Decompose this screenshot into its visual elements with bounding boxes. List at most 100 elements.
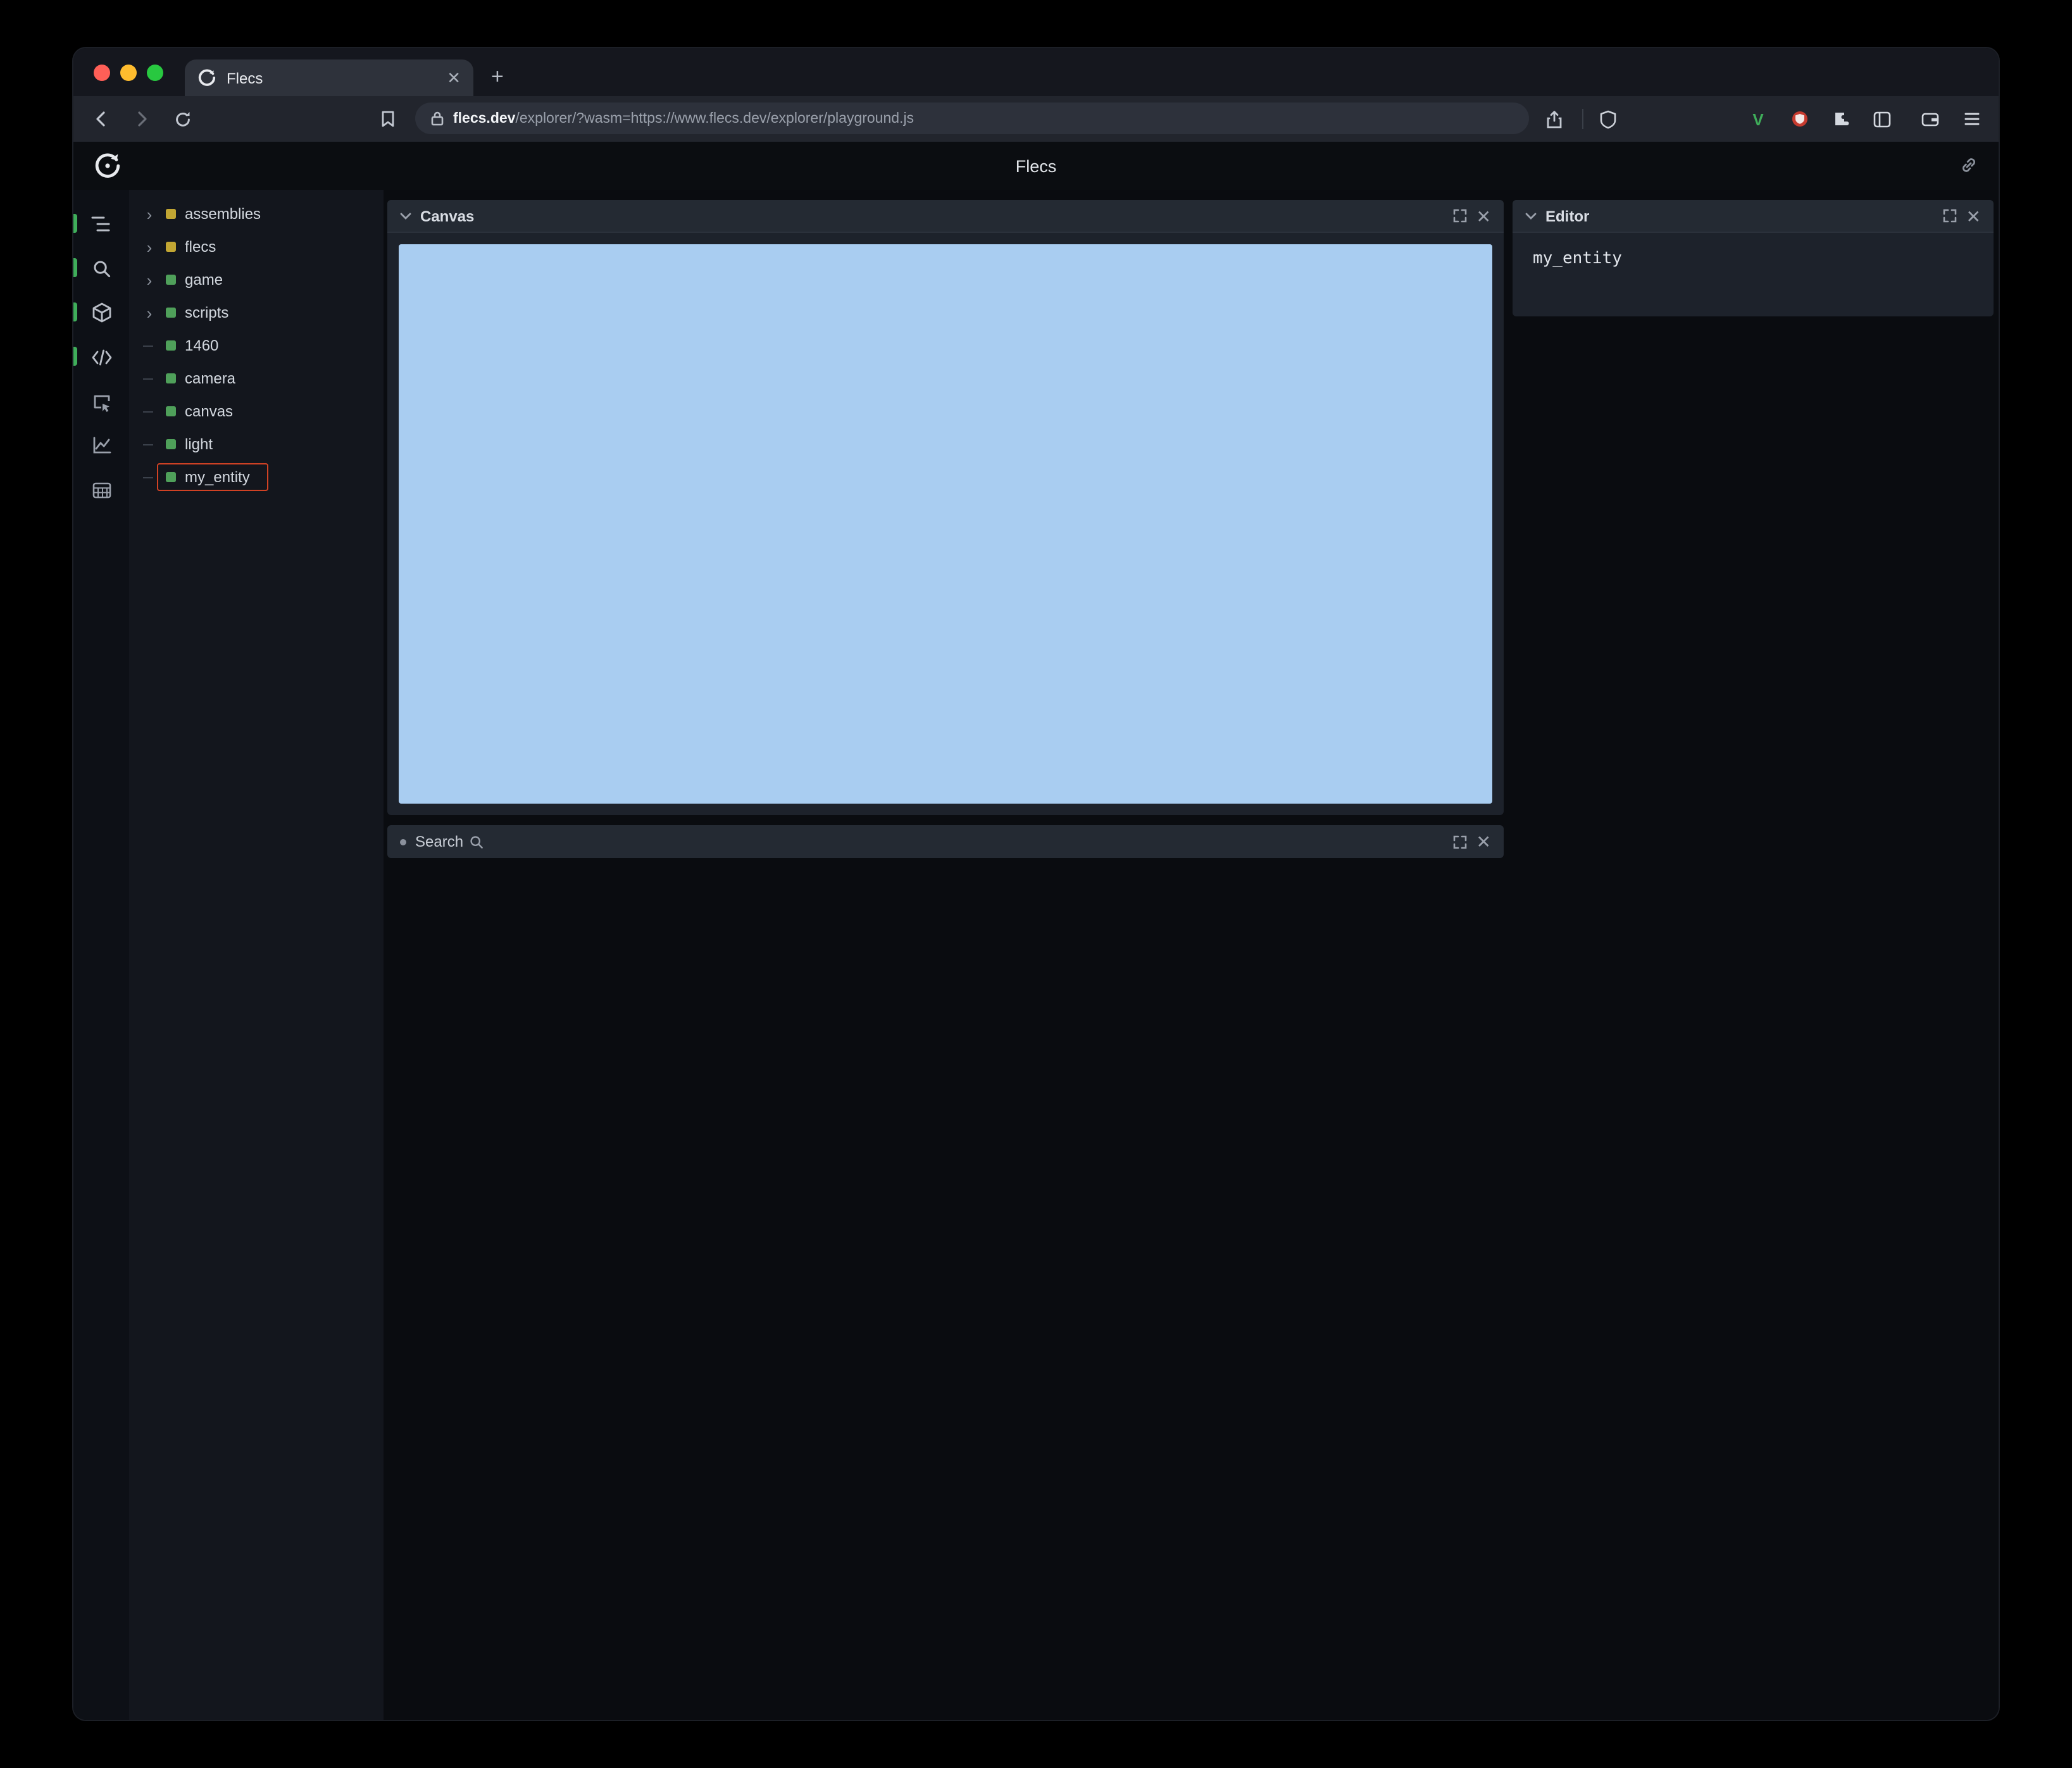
extensions-puzzle-icon[interactable] xyxy=(1826,96,1857,142)
tree-item-label: scripts xyxy=(185,304,229,321)
tree-item-my_entity[interactable]: my_entity xyxy=(129,461,384,494)
rail-code-button[interactable] xyxy=(73,339,129,375)
url-domain: flecs.dev xyxy=(453,111,516,126)
browser-window: Flecs ✕ + flecs.dev/explorer/?wasm=https… xyxy=(73,48,1999,1720)
tree-item-scripts[interactable]: › scripts xyxy=(129,296,384,329)
back-button[interactable] xyxy=(86,96,116,142)
close-icon[interactable]: ✕ xyxy=(1966,207,1981,225)
active-indicator xyxy=(73,258,77,277)
tree-item-camera[interactable]: camera xyxy=(129,362,384,395)
close-window-button[interactable] xyxy=(94,65,110,81)
canvas-panel-title: Canvas xyxy=(420,207,475,225)
new-tab-button[interactable]: + xyxy=(491,65,504,90)
toolbar-separator xyxy=(1582,109,1583,129)
tree-item-label: game xyxy=(185,271,223,289)
entity-color-swatch xyxy=(166,406,176,416)
tree-label-group: scripts xyxy=(157,299,237,327)
tree-item-light[interactable]: light xyxy=(129,428,384,461)
search-icon xyxy=(470,835,484,849)
tree-item-canvas[interactable]: canvas xyxy=(129,395,384,428)
lock-icon xyxy=(430,110,444,127)
sidebar-toggle-icon[interactable] xyxy=(1867,96,1897,142)
expand-chevron-icon[interactable]: › xyxy=(142,304,157,321)
bookmark-icon[interactable] xyxy=(372,96,403,142)
canvas-panel: Canvas ✕ xyxy=(387,200,1504,815)
canvas-panel-header[interactable]: Canvas ✕ xyxy=(387,200,1504,233)
main-panel-area: Canvas ✕ Search ✕ Editor ✕ my_entity xyxy=(384,190,1999,1720)
rail-components-button[interactable] xyxy=(73,295,129,330)
entity-color-swatch xyxy=(166,439,176,449)
tab-title: Flecs xyxy=(227,69,263,87)
tree-item-label: canvas xyxy=(185,402,234,420)
tree-label-group: game xyxy=(157,266,232,294)
flecs-logo xyxy=(94,152,122,180)
collapsed-dot-icon[interactable] xyxy=(400,838,406,845)
tree-item-game[interactable]: › game xyxy=(129,263,384,296)
tree-label-group: light xyxy=(157,430,222,458)
wallet-icon[interactable] xyxy=(1915,96,1945,142)
rail-search-button[interactable] xyxy=(73,251,129,286)
forward-button[interactable] xyxy=(127,96,157,142)
entity-tree: › assemblies › flecs › game › scripts 1460 camera… xyxy=(129,190,384,1720)
flecs-favicon xyxy=(197,68,216,87)
reload-button[interactable] xyxy=(167,96,197,142)
search-panel-header[interactable]: Search ✕ xyxy=(387,825,1504,858)
expand-chevron-icon[interactable]: › xyxy=(142,239,157,255)
chevron-down-icon[interactable] xyxy=(400,212,411,220)
expand-icon[interactable] xyxy=(1454,209,1468,223)
tree-item-label: camera xyxy=(185,370,236,387)
tree-label-group: flecs xyxy=(157,233,225,261)
maximize-window-button[interactable] xyxy=(147,65,163,81)
address-bar[interactable]: flecs.dev/explorer/?wasm=https://www.fle… xyxy=(415,103,1529,134)
search-panel: Search ✕ xyxy=(387,825,1504,858)
side-rail xyxy=(73,190,129,1720)
share-icon[interactable] xyxy=(1539,96,1570,142)
entity-color-swatch xyxy=(166,340,176,351)
entity-color-swatch xyxy=(166,275,176,285)
rail-inspector-button[interactable] xyxy=(73,385,129,420)
window-controls xyxy=(94,65,163,81)
editor-panel-header[interactable]: Editor ✕ xyxy=(1513,200,1994,233)
rail-tables-button[interactable] xyxy=(73,472,129,507)
editor-content[interactable]: my_entity xyxy=(1513,233,1994,316)
brave-shields-icon[interactable] xyxy=(1592,96,1623,142)
rail-stats-button[interactable] xyxy=(73,428,129,463)
expand-chevron-icon[interactable]: › xyxy=(142,271,157,288)
tree-item-label: 1460 xyxy=(185,337,219,354)
url-text: flecs.dev/explorer/?wasm=https://www.fle… xyxy=(453,111,914,126)
tree-item-flecs[interactable]: › flecs xyxy=(129,230,384,263)
active-indicator xyxy=(73,347,77,366)
editor-panel: Editor ✕ my_entity xyxy=(1513,200,1994,316)
link-icon[interactable] xyxy=(1959,156,1978,175)
tree-label-group: 1460 xyxy=(157,332,227,359)
entity-color-swatch xyxy=(166,242,176,252)
tree-item-assemblies[interactable]: › assemblies xyxy=(129,197,384,230)
tree-label-group: assemblies xyxy=(157,200,270,228)
menu-hamburger-icon[interactable] xyxy=(1957,96,1987,142)
chevron-down-icon[interactable] xyxy=(1525,212,1537,220)
close-icon[interactable]: ✕ xyxy=(1476,207,1491,225)
browser-tab-flecs[interactable]: Flecs ✕ xyxy=(185,59,473,96)
active-indicator xyxy=(73,214,77,233)
rail-tree-button[interactable] xyxy=(73,206,129,242)
tree-label-group: canvas xyxy=(157,397,242,425)
tree-item-label: my_entity xyxy=(185,468,250,486)
tab-close-icon[interactable]: ✕ xyxy=(447,70,461,86)
v-extension-icon[interactable]: V xyxy=(1743,96,1773,142)
tab-strip: Flecs ✕ + xyxy=(73,48,1999,96)
render-canvas[interactable] xyxy=(399,244,1492,804)
tree-item-1460[interactable]: 1460 xyxy=(129,329,384,362)
expand-icon[interactable] xyxy=(1454,835,1468,849)
expand-icon[interactable] xyxy=(1944,209,1957,223)
minimize-window-button[interactable] xyxy=(120,65,137,81)
editor-panel-title: Editor xyxy=(1545,207,1590,225)
close-icon[interactable]: ✕ xyxy=(1476,833,1491,850)
app-header: Flecs xyxy=(73,142,1999,190)
shield-extension-icon[interactable] xyxy=(1785,96,1815,142)
tree-item-label: light xyxy=(185,435,213,453)
entity-color-swatch xyxy=(166,373,176,383)
page-title: Flecs xyxy=(1015,156,1057,175)
expand-chevron-icon[interactable]: › xyxy=(142,206,157,222)
tree-label-group: camera xyxy=(157,364,244,392)
app-content: › assemblies › flecs › game › scripts 1460 camera… xyxy=(73,190,1999,1720)
